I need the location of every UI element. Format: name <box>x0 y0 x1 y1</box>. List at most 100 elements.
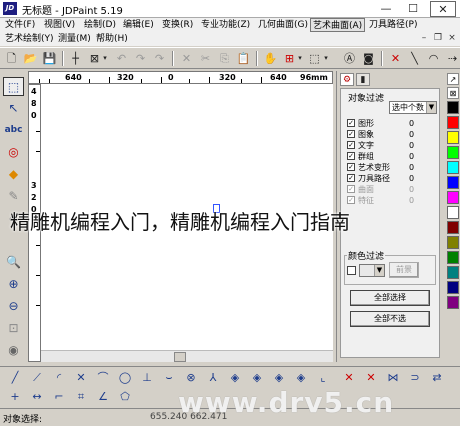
tangent-icon[interactable]: ⌣ <box>160 369 178 386</box>
menu-view[interactable]: 视图(V) <box>42 18 77 32</box>
foreground-button[interactable]: 前景 <box>389 262 419 278</box>
filter-checkbox[interactable]: ✓ <box>347 130 355 138</box>
fill-tool-icon[interactable]: ◆ <box>3 165 24 184</box>
menu-transform[interactable]: 变换(R) <box>160 18 195 32</box>
color-swatch[interactable] <box>447 191 459 204</box>
color-swatch[interactable] <box>447 266 459 279</box>
palette-arrow-icon[interactable]: ↗ <box>447 73 459 85</box>
color-swatch[interactable] <box>447 131 459 144</box>
dimension-icon[interactable]: ↔ <box>28 388 46 405</box>
circle-draw-icon[interactable]: ◯ <box>116 369 134 386</box>
fillet-icon[interactable]: ⅄ <box>204 369 222 386</box>
more-tools-icon[interactable]: ⇢ <box>444 50 460 67</box>
art-tool-a-icon[interactable]: Ⓐ <box>341 50 358 67</box>
break-icon[interactable]: ✕ <box>362 369 380 386</box>
eye-view-icon[interactable]: ◉ <box>3 341 24 360</box>
filter-row-group[interactable]: ✓ 群组 0 <box>347 152 431 161</box>
select-mode-dropdown[interactable]: 选中个数 ▼ <box>389 101 437 114</box>
line-draw-icon[interactable]: ╱ <box>6 369 24 386</box>
color-swatch[interactable] <box>447 101 459 114</box>
select-none-button[interactable]: 全部不选 <box>350 311 430 327</box>
text-tool-icon[interactable]: abc <box>3 121 24 140</box>
pencil-tool-icon[interactable]: ✎ <box>3 187 24 206</box>
filter-checkbox[interactable]: ✓ <box>347 141 355 149</box>
panel-tab-filter[interactable]: ⚙ <box>340 73 354 86</box>
menu-edit[interactable]: 编辑(E) <box>121 18 156 32</box>
menu-geometry-surface[interactable]: 几何曲面(G) <box>256 18 310 32</box>
horizontal-scrollbar[interactable] <box>41 350 333 362</box>
select-all-button[interactable]: 全部选择 <box>350 290 430 306</box>
filter-row-shape[interactable]: ✓ 图形 0 <box>347 119 431 128</box>
delete-icon[interactable]: ✕ <box>178 50 195 67</box>
open-file-icon[interactable]: 📂 <box>22 50 39 67</box>
point-icon[interactable]: + <box>6 388 24 405</box>
mdi-minimize-button[interactable]: – <box>418 33 430 45</box>
cut-icon[interactable]: ✂ <box>197 50 214 67</box>
color-swatch[interactable] <box>447 161 459 174</box>
menu-professional[interactable]: 专业功能(Z) <box>199 18 252 32</box>
color-swatch[interactable] <box>447 176 459 189</box>
node-edit-icon[interactable]: ↖ <box>3 99 24 118</box>
filter-row-text[interactable]: ✓ 文字 0 <box>347 141 431 150</box>
step-icon[interactable]: ⌐ <box>50 388 68 405</box>
node-icon[interactable]: ⊗ <box>182 369 200 386</box>
color-swatch[interactable] <box>447 236 459 249</box>
copy-icon[interactable]: ⎘ <box>216 50 233 67</box>
mdi-close-button[interactable]: × <box>446 33 458 45</box>
view-dropdown-icon[interactable]: ▾ <box>322 50 330 67</box>
panel-tab-layers[interactable]: ▮ <box>356 73 370 86</box>
color-swatch[interactable] <box>447 206 459 219</box>
offset-icon[interactable]: ⌗ <box>72 388 90 405</box>
color-swatch[interactable] <box>447 251 459 264</box>
color-dropdown[interactable]: ▼ <box>359 264 385 277</box>
color-filter-checkbox[interactable] <box>347 266 356 275</box>
paste-icon[interactable]: 📋 <box>235 50 252 67</box>
zoom-out-icon[interactable]: ⊖ <box>3 297 24 316</box>
color-swatch[interactable] <box>447 296 459 309</box>
palette-none-icon[interactable]: ⊠ <box>447 87 459 99</box>
menu-file[interactable]: 文件(F) <box>3 18 37 32</box>
menu-measure[interactable]: 测量(M) <box>56 32 93 46</box>
filter-checkbox[interactable]: ✓ <box>347 174 355 182</box>
line-tool-icon[interactable]: ╲ <box>406 50 423 67</box>
menu-art-draw[interactable]: 艺术绘制(Y) <box>3 32 56 46</box>
polygon-icon[interactable]: ⬠ <box>116 388 134 405</box>
art-tool-b-icon[interactable]: ◙ <box>360 50 377 67</box>
mdi-restore-button[interactable]: ❐ <box>432 33 444 45</box>
filter-checkbox[interactable]: ✓ <box>347 152 355 160</box>
maximize-button[interactable]: ☐ <box>402 1 424 17</box>
extend-icon[interactable]: ⌒ <box>94 369 112 386</box>
trim-icon[interactable]: ✕ <box>72 369 90 386</box>
delete-node-icon[interactable]: ✕ <box>340 369 358 386</box>
new-file-icon[interactable]: 🗋 <box>3 50 20 67</box>
angle-icon[interactable]: ∠ <box>94 388 112 405</box>
filter-row-toolpath[interactable]: ✓ 刀具路径 0 <box>347 174 431 183</box>
color-swatch[interactable] <box>447 281 459 294</box>
arc-tool-icon[interactable]: ◠ <box>425 50 442 67</box>
crosshair-icon[interactable]: ┼ <box>67 50 84 67</box>
spline-icon[interactable]: ⟋ <box>28 369 46 386</box>
scroll-thumb[interactable] <box>174 352 186 362</box>
grid-dropdown-icon[interactable]: ▾ <box>296 50 304 67</box>
zoom-window-icon[interactable]: 🔍 <box>3 253 24 272</box>
filter-checkbox[interactable]: ✓ <box>347 119 355 127</box>
menu-help[interactable]: 帮助(H) <box>94 32 130 46</box>
redo-icon[interactable]: ↷ <box>132 50 149 67</box>
pattern-b-icon[interactable]: ◈ <box>248 369 266 386</box>
ellipse-tool-icon[interactable]: ◎ <box>3 143 24 162</box>
filter-row-image[interactable]: ✓ 图象 0 <box>347 130 431 139</box>
menu-draw[interactable]: 绘制(D) <box>82 18 118 32</box>
view-3d-icon[interactable]: ⬚ <box>306 50 323 67</box>
color-swatch[interactable] <box>447 116 459 129</box>
pattern-a-icon[interactable]: ◈ <box>226 369 244 386</box>
redo-more-icon[interactable]: ↷ <box>151 50 168 67</box>
save-icon[interactable]: 💾 <box>41 50 58 67</box>
perpendicular-icon[interactable]: ⊥ <box>138 369 156 386</box>
filter-checkbox[interactable]: ✓ <box>347 163 355 171</box>
minimize-button[interactable]: — <box>375 1 397 17</box>
menu-art-surface[interactable]: 艺术曲面(A) <box>310 18 366 32</box>
color-swatch[interactable] <box>447 221 459 234</box>
close-curve-icon[interactable]: ⊃ <box>406 369 424 386</box>
hand-pan-icon[interactable]: ✋ <box>262 50 279 67</box>
pattern-c-icon[interactable]: ◈ <box>270 369 288 386</box>
